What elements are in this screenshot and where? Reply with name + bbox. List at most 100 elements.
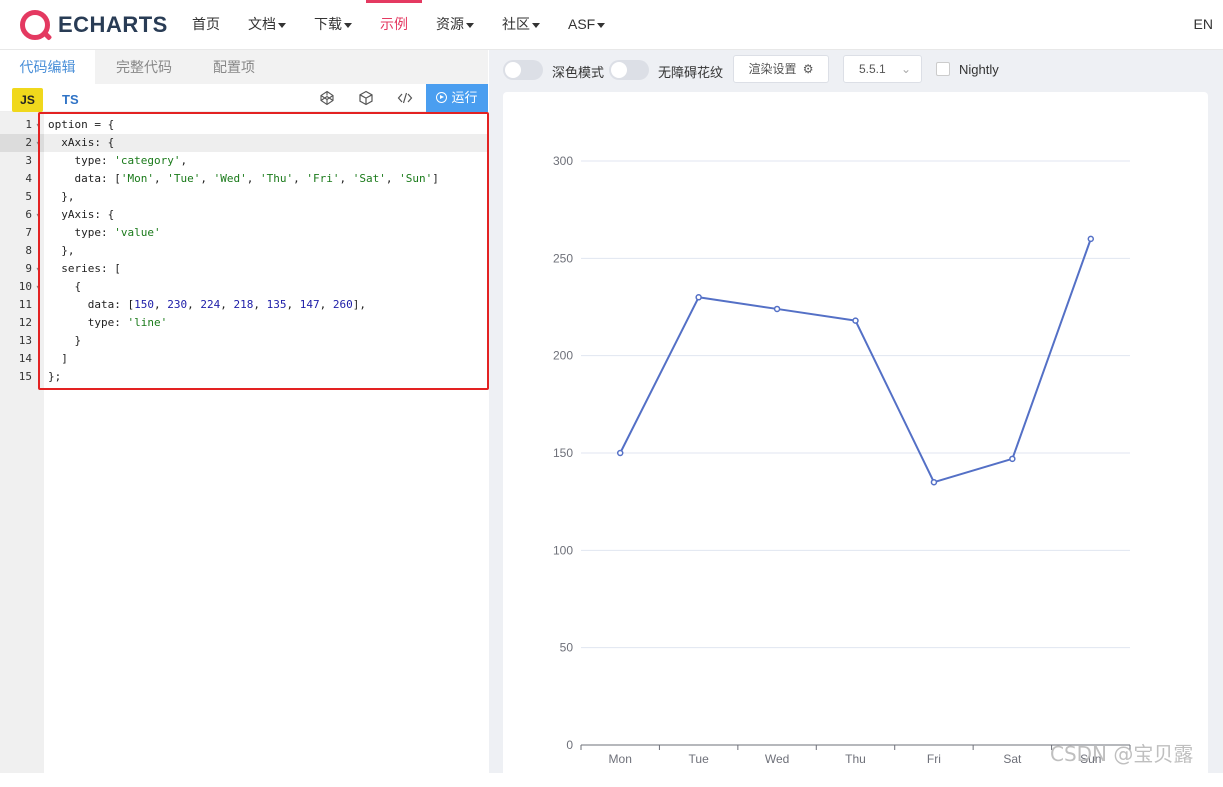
js-language-toggle[interactable]: JS — [12, 88, 43, 112]
editor-tab-2[interactable]: 配置项 — [192, 50, 276, 84]
render-settings-button[interactable]: 渲染设置 ⚙ — [733, 55, 829, 83]
chart-card: 0 50 100 150 200 250 300 Mon Tue Wed Thu Fri Sat Sun — [503, 92, 1208, 782]
nav-item-label: 下载 — [314, 16, 342, 32]
fold-arrow-icon[interactable]: ▾ — [36, 116, 40, 134]
nav-item-0[interactable]: 首页 — [178, 0, 234, 50]
code-line: { — [48, 280, 82, 293]
y-tick-label: 50 — [560, 641, 574, 655]
line-number: 3 — [25, 154, 32, 167]
nav-item-6[interactable]: ASF — [554, 0, 619, 50]
code-line: }; — [48, 370, 62, 383]
line-number: 9 ▾ — [0, 260, 44, 278]
series-line — [619, 238, 1092, 484]
dark-mode-label: 深色模式 — [552, 65, 605, 80]
code-line: } — [48, 334, 82, 347]
nav-item-label: 首页 — [192, 16, 220, 32]
fold-arrow-icon[interactable]: ▾ — [36, 206, 40, 224]
caret-down-icon — [466, 22, 474, 28]
data-point[interactable] — [852, 317, 859, 324]
x-tick-label: Thu — [845, 752, 866, 766]
nav-menu: 首页 文档 下载 示例 资源 社区 ASF — [178, 0, 619, 50]
y-tick-label: 200 — [553, 349, 573, 363]
line-number: 6 ▾ — [0, 206, 44, 224]
x-tick-label: Mon — [609, 752, 632, 766]
language-switch[interactable]: EN — [1194, 16, 1213, 32]
run-button-label: 运行 — [451, 90, 478, 105]
run-button[interactable]: 运行 — [426, 84, 488, 112]
line-number: 7 — [25, 226, 32, 239]
caret-down-icon — [278, 22, 286, 28]
editor-tabs: 代码编辑 完整代码 配置项 — [0, 50, 488, 84]
data-point[interactable] — [616, 449, 624, 457]
fold-arrow-icon[interactable]: ▾ — [36, 278, 40, 296]
top-navbar: ECHARTS 首页 文档 下载 示例 资源 社区 ASF EN — [0, 0, 1223, 50]
dark-mode-toggle[interactable] — [503, 60, 543, 80]
caret-down-icon — [597, 22, 606, 28]
codesandbox-icon[interactable] — [357, 90, 375, 108]
logo-text: ECHARTS — [58, 12, 168, 37]
y-tick-label: 100 — [553, 543, 573, 557]
line-number: 15 — [18, 370, 32, 383]
decal-pattern-toggle[interactable] — [609, 60, 649, 80]
caret-down-icon — [344, 22, 352, 28]
codepen-icon[interactable] — [318, 90, 336, 108]
nav-item-label: ASF — [568, 16, 596, 32]
line-number: 4 — [25, 172, 32, 185]
code-line: }, — [48, 244, 75, 257]
code-line: type: 'line' — [48, 316, 168, 329]
code-line: data: ['Mon', 'Tue', 'Wed', 'Thu', 'Fri'… — [48, 172, 439, 185]
line-number-gutter: 1 ▾ 2 ▾ 3 4 5 6 ▾ 7 8 9 ▾ 10 ▾ 11 12 13 14 15 — [0, 112, 44, 773]
line-number: 2 ▾ — [0, 134, 44, 152]
code-line: data: [150, 230, 224, 218, 135, 147, 260… — [48, 298, 366, 311]
editor-tab-0[interactable]: 代码编辑 — [0, 50, 95, 84]
line-number: 13 — [18, 334, 32, 347]
line-number: 8 — [25, 244, 32, 257]
data-point[interactable] — [1009, 455, 1016, 463]
code-line: type: 'value' — [48, 226, 161, 239]
nightly-checkbox[interactable] — [936, 62, 950, 76]
y-tick-label: 0 — [566, 738, 573, 752]
x-tick-label: Tue — [689, 752, 710, 766]
ts-language-toggle[interactable]: TS — [62, 88, 79, 112]
nav-item-1[interactable]: 文档 — [234, 0, 300, 50]
code-line: type: 'category', — [48, 154, 188, 167]
nav-item-3[interactable]: 示例 — [366, 0, 422, 50]
code-line: option = { — [48, 118, 115, 131]
line-number: 14 — [18, 352, 32, 365]
line-number: 11 — [18, 298, 32, 311]
code-line: }, — [48, 190, 75, 203]
nav-item-label: 资源 — [436, 16, 464, 32]
data-point[interactable] — [773, 305, 781, 313]
preview-panel: 深色模式 无障碍花纹 渲染设置 ⚙ 5.5.1 ⌄ Nightly 0 50 100… — [489, 50, 1223, 782]
code-editor-panel: 代码编辑 完整代码 配置项 JS TS 运行 1 ▾ 2 ▾ 3 4 5 6 ▾ 7 8 9 ▾ 10 ▾ 11 1… — [0, 50, 488, 773]
data-point[interactable] — [930, 478, 938, 486]
line-number: 1 ▾ — [0, 116, 44, 134]
fold-arrow-icon[interactable]: ▾ — [36, 260, 40, 278]
code-icon[interactable] — [396, 90, 414, 108]
x-tick-label: Sat — [1003, 752, 1022, 766]
data-point[interactable] — [1087, 235, 1095, 243]
play-circle-icon — [436, 92, 448, 103]
version-select[interactable]: 5.5.1 ⌄ — [843, 55, 922, 83]
fold-arrow-icon[interactable]: ▾ — [36, 134, 40, 152]
nav-item-4[interactable]: 资源 — [422, 0, 488, 50]
line-number: 5 — [25, 190, 32, 203]
code-line: series: [ — [48, 262, 121, 275]
nav-item-label: 社区 — [502, 16, 530, 32]
watermark: CSDN @宝贝露 — [1050, 742, 1194, 766]
line-chart: 050100150200250300Mon Tue Wed Thu Fri Sat Sun — [553, 154, 1131, 766]
x-tick-label: Fri — [927, 752, 941, 766]
x-tick-label: Wed — [765, 752, 789, 766]
decal-pattern-label: 无障碍花纹 — [658, 65, 724, 80]
data-point[interactable] — [695, 294, 702, 301]
code-line: xAxis: { — [44, 134, 488, 152]
caret-down-icon — [532, 22, 540, 28]
echarts-logo[interactable]: ECHARTS — [20, 10, 168, 40]
editor-toolbar: JS TS 运行 — [0, 84, 488, 112]
code-area[interactable]: option = { xAxis: { type: 'category', da… — [44, 112, 488, 773]
nav-item-5[interactable]: 社区 — [488, 0, 554, 50]
nav-item-label: 文档 — [248, 16, 276, 32]
editor-tab-1[interactable]: 完整代码 — [96, 50, 192, 84]
nav-item-2[interactable]: 下载 — [300, 0, 366, 50]
nav-item-label: 示例 — [380, 16, 408, 32]
